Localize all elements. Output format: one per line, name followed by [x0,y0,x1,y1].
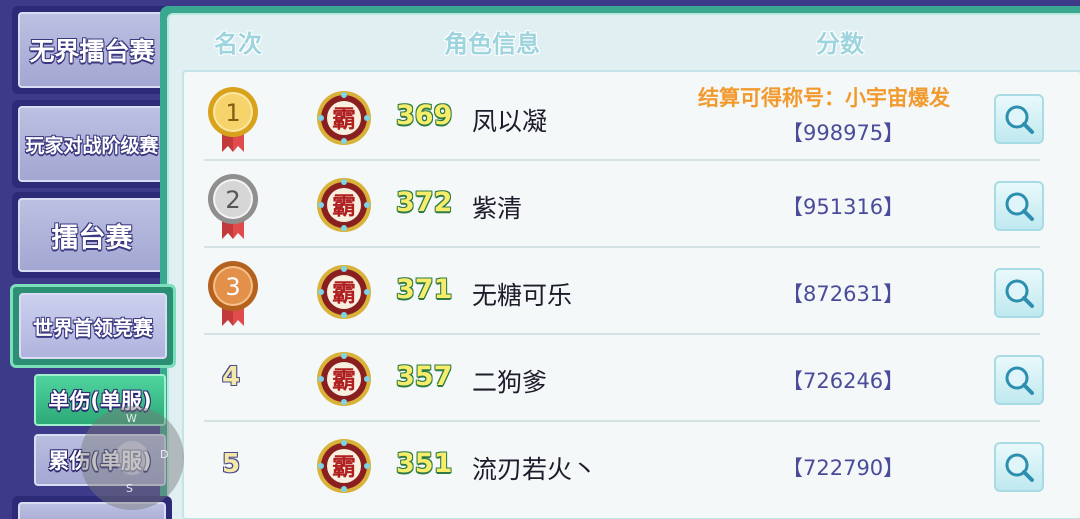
rank-number: 2 [225,186,240,214]
tab-label: 世界首领竞赛 [19,293,167,359]
player-score: 【726246】 [782,369,905,393]
tab-pvp-rank[interactable]: 玩家对战阶级赛 [12,100,172,188]
rank-number: 5 [222,449,241,479]
overlord-emblem-icon: 霸 [317,178,371,232]
virtual-joystick[interactable]: W D S [80,406,184,510]
magnifier-icon [1005,192,1034,221]
player-level: 369 [396,100,453,131]
view-player-button[interactable] [994,268,1044,318]
tab-label: 无界擂台赛 [18,12,166,88]
ranking-row: 4 霸 357 二狗爹 【726246】 [182,335,1080,422]
rank-number: 1 [225,99,240,127]
magnifier-icon [1005,453,1034,482]
player-name: 无糖可乐 [472,281,573,310]
header-score: 分数 [816,30,864,58]
rank-number: 3 [225,273,240,301]
overlord-emblem-icon: 霸 [317,439,371,493]
overlord-emblem-icon: 霸 [317,265,371,319]
tab-label: 擂台赛 [18,198,166,272]
silver-medal-icon: 2 [208,174,258,239]
joystick-down-label: S [126,482,133,495]
reward-title-note: 结算可得称号：小宇宙爆发 [698,86,950,110]
tab-arena[interactable]: 擂台赛 [12,192,172,278]
svg-text:霸: 霸 [332,192,356,220]
header-rank: 名次 [214,30,262,58]
player-name: 凤以凝 [472,107,548,136]
player-level: 357 [396,361,453,392]
ranking-row: 2 霸 372 紫清 【951316】 [182,161,1080,248]
magnifier-icon [1005,279,1034,308]
bronze-medal-icon: 3 [208,261,258,326]
player-score: 【951316】 [782,195,905,219]
gold-medal-icon: 1 [208,87,258,152]
tab-unbounded-arena[interactable]: 无界擂台赛 [12,6,172,94]
magnifier-icon [1005,366,1034,395]
player-name: 紫清 [472,194,523,223]
ranking-row: 1 霸 369 凤以凝 结算可得称号：小宇宙爆发 【998975】 [182,74,1080,161]
player-level: 351 [396,448,453,479]
overlord-emblem-icon: 霸 [317,352,371,406]
svg-text:霸: 霸 [332,366,356,394]
joystick-right-label: D [160,448,169,461]
rank-number: 4 [222,362,241,392]
joystick-knob[interactable] [115,441,149,475]
player-level: 371 [396,274,453,305]
svg-text:霸: 霸 [332,105,356,133]
magnifier-icon [1005,105,1034,134]
player-level: 372 [396,187,453,218]
view-player-button[interactable] [994,355,1044,405]
ranking-row: 5 霸 351 流刃若火丶 【722790】 [182,422,1080,509]
view-player-button[interactable] [994,442,1044,492]
overlord-emblem-icon: 霸 [317,91,371,145]
view-player-button[interactable] [994,94,1044,144]
joystick-up-label: W [126,412,137,425]
player-name: 二狗爹 [472,368,548,397]
player-score: 【872631】 [782,282,905,306]
header-role-info: 角色信息 [444,30,540,58]
svg-text:霸: 霸 [332,279,356,307]
ranking-row: 3 霸 371 无糖可乐 【872631】 [182,248,1080,335]
view-player-button[interactable] [994,181,1044,231]
player-score: 【722790】 [782,456,905,480]
svg-text:霸: 霸 [332,453,356,481]
tab-world-boss[interactable]: 世界首领竞赛 [10,284,176,368]
player-name: 流刃若火丶 [472,455,598,484]
tab-label: 玩家对战阶级赛 [18,106,166,182]
player-score: 【998975】 [782,121,905,145]
